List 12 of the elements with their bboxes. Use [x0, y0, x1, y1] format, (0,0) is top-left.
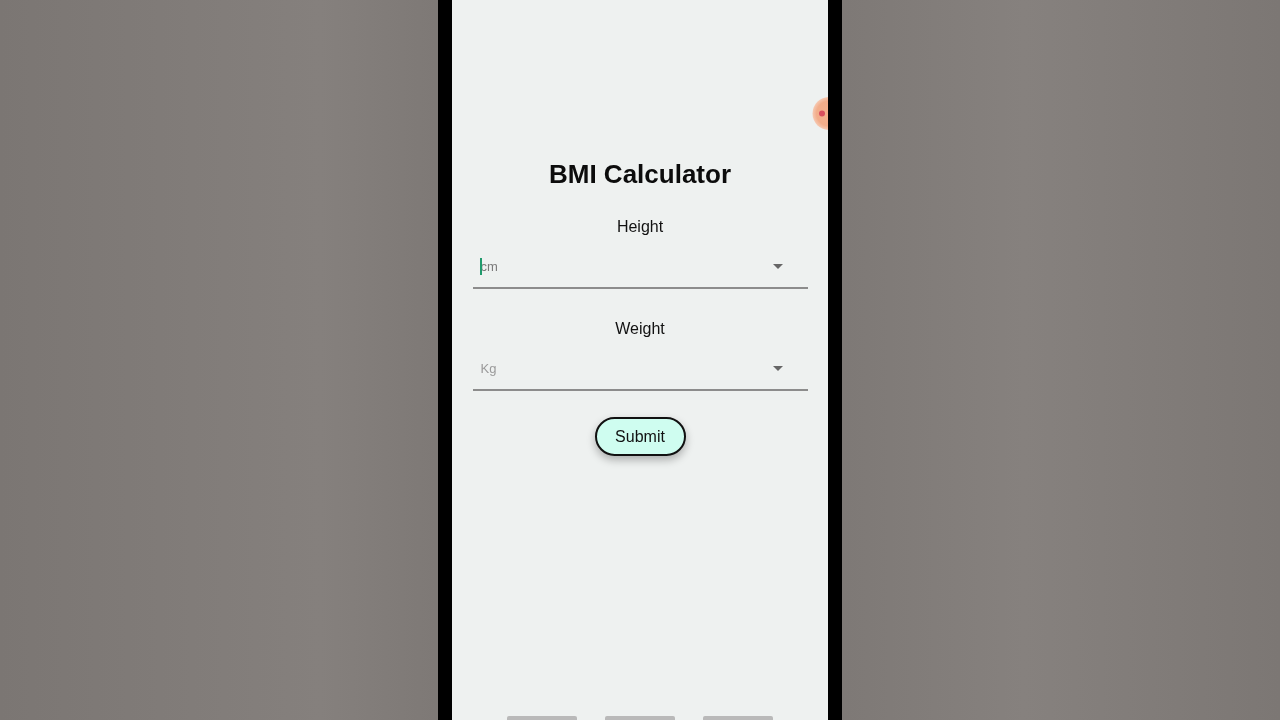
- cut-off-bar: [507, 716, 577, 720]
- dropdown-field[interactable]: Kg: [472, 347, 808, 391]
- cut-off-bar: [605, 716, 675, 720]
- submit-button[interactable]: Submit: [594, 417, 686, 456]
- field-label: Weight: [615, 319, 665, 339]
- caret-icon: [772, 264, 783, 269]
- floating-bubble-icon[interactable]: [812, 97, 828, 130]
- app-title: BMI Calculator: [549, 158, 731, 191]
- cut-off-bar: [703, 716, 773, 720]
- caret-icon: [772, 366, 783, 371]
- text-cursor: [479, 258, 482, 275]
- field-label: Height: [616, 217, 664, 237]
